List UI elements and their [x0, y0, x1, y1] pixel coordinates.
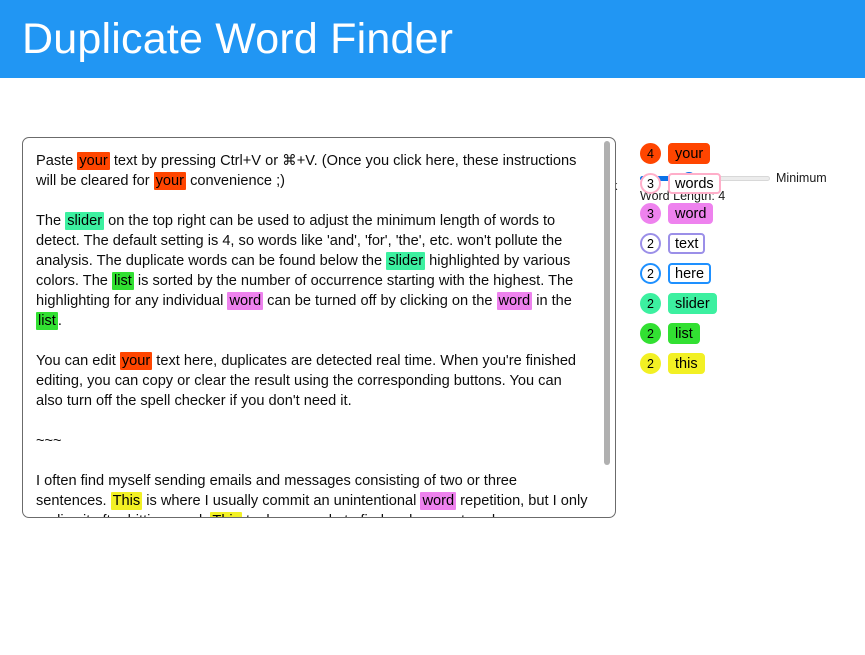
word-list-item[interactable]: 4 your — [640, 143, 840, 164]
duplicate-word-list: 4 your 3 words 3 word 2 text 2 here 2 slider 2 list 2 t… — [640, 143, 840, 383]
word-chip[interactable]: slider — [668, 293, 717, 314]
editor-paragraph: I often find myself sending emails and m… — [36, 471, 588, 517]
editor-paragraph: Paste your text by pressing Ctrl+V or ⌘+… — [36, 152, 577, 190]
word-list-item[interactable]: 2 list — [640, 323, 840, 344]
word-count-badge: 2 — [640, 323, 661, 344]
editor-content[interactable]: Paste your text by pressing Ctrl+V or ⌘+… — [23, 138, 596, 517]
highlighted-word-your: your — [119, 352, 153, 370]
word-list-item[interactable]: 3 word — [640, 203, 840, 224]
word-chip[interactable]: list — [668, 323, 700, 344]
word-chip[interactable]: here — [668, 263, 712, 284]
editor-paragraph: The slider on the top right can be used … — [36, 212, 574, 330]
word-count-badge: 2 — [640, 263, 661, 284]
highlighted-word-word: word — [227, 292, 264, 310]
word-chip[interactable]: word — [668, 203, 714, 224]
word-list-item[interactable]: 2 text — [640, 233, 840, 254]
highlighted-word-list: list — [111, 272, 134, 290]
word-count-badge: 4 — [640, 143, 661, 164]
app-header: Duplicate Word Finder — [0, 0, 865, 78]
word-count-badge: 2 — [640, 293, 661, 314]
editor-scrollbar-thumb[interactable] — [604, 141, 610, 465]
word-list-item[interactable]: 2 slider — [640, 293, 840, 314]
editor-paragraph: ~~~ — [36, 433, 62, 449]
word-list-item[interactable]: 3 words — [640, 173, 840, 194]
highlighted-word-this: This — [110, 492, 143, 510]
editor-scrollbar[interactable] — [604, 141, 610, 516]
word-count-badge: 2 — [640, 233, 661, 254]
page-title: Duplicate Word Finder — [22, 14, 454, 63]
word-chip[interactable]: this — [668, 353, 705, 374]
word-chip[interactable]: words — [668, 173, 721, 194]
highlighted-word-your: your — [77, 152, 110, 170]
editor-paragraph: You can edit your text here, duplicates … — [36, 352, 577, 409]
word-list-item[interactable]: 2 here — [640, 263, 840, 284]
word-chip[interactable]: your — [668, 143, 711, 164]
highlighted-word-slider: slider — [386, 252, 426, 270]
text-editor[interactable]: Paste your text by pressing Ctrl+V or ⌘+… — [22, 137, 616, 518]
word-list-item[interactable]: 2 this — [640, 353, 840, 374]
highlighted-word-word: word — [496, 292, 533, 310]
highlighted-word-slider: slider — [65, 212, 105, 230]
word-count-badge: 3 — [640, 203, 661, 224]
highlighted-word-list: list — [36, 312, 58, 330]
word-count-badge: 2 — [640, 353, 661, 374]
highlighted-word-your: your — [153, 172, 187, 190]
toolbar: Copy Clear Update Now Spell Check Minimu… — [0, 78, 865, 203]
highlighted-word-this: This — [210, 512, 242, 517]
word-count-badge: 3 — [640, 173, 661, 194]
highlighted-word-word: word — [420, 492, 457, 510]
word-chip[interactable]: text — [668, 233, 706, 254]
